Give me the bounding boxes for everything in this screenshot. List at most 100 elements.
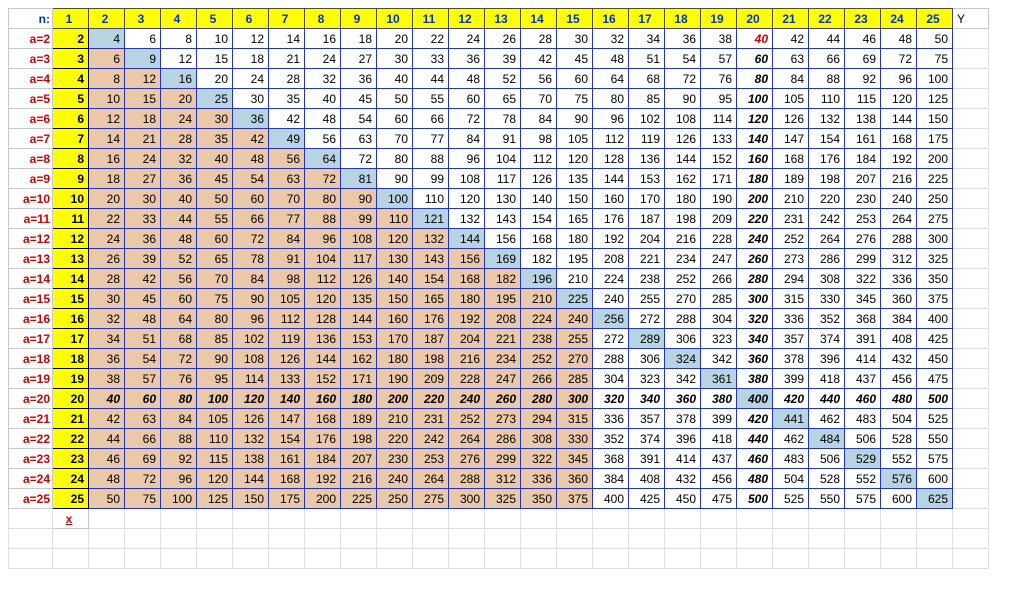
cell-a19-n1: 19 [53, 369, 89, 389]
cell-a7-n19: 133 [701, 129, 737, 149]
cell-a22-n10: 220 [377, 429, 413, 449]
cell-a23-n8: 184 [305, 449, 341, 469]
row-label-a21: a=21 [9, 409, 53, 429]
cell-a15-n5: 75 [197, 289, 233, 309]
cell-a18-n25: 450 [917, 349, 953, 369]
cell-a7-n1: 7 [53, 129, 89, 149]
cell-a23-n11: 253 [413, 449, 449, 469]
cell-a8-n25: 200 [917, 149, 953, 169]
cell-a24-n9: 216 [341, 469, 377, 489]
cell-a24-n8: 192 [305, 469, 341, 489]
cell-a18-n14: 252 [521, 349, 557, 369]
cell-a11-n14: 154 [521, 209, 557, 229]
cell-a9-n1: 9 [53, 169, 89, 189]
cell-a2-n20: 40 [737, 29, 773, 49]
cell-a17-n13: 221 [485, 329, 521, 349]
cell-a14-n11: 154 [413, 269, 449, 289]
cell-a6-n12: 72 [449, 109, 485, 129]
cell-a25-n5: 125 [197, 489, 233, 509]
cell-a15-n3: 45 [125, 289, 161, 309]
cell-a4-n21: 84 [773, 69, 809, 89]
cell-a2-n1: 2 [53, 29, 89, 49]
cell-a23-n17: 391 [629, 449, 665, 469]
cell-a23-n22: 506 [809, 449, 845, 469]
cell-a10-n8: 80 [305, 189, 341, 209]
cell-a14-n13: 182 [485, 269, 521, 289]
cell-a10-n24: 240 [881, 189, 917, 209]
cell-a12-n13: 156 [485, 229, 521, 249]
cell-a24-n2: 48 [89, 469, 125, 489]
col-header-n5: 5 [197, 9, 233, 29]
cell-a22-n12: 264 [449, 429, 485, 449]
cell-a7-n25: 175 [917, 129, 953, 149]
cell-a13-n14: 182 [521, 249, 557, 269]
cell-a24-n21: 504 [773, 469, 809, 489]
cell-a2-n10: 20 [377, 29, 413, 49]
cell-a3-n6: 18 [233, 49, 269, 69]
cell-a5-n16: 80 [593, 89, 629, 109]
cell-a9-n23: 207 [845, 169, 881, 189]
x-label: x [53, 509, 89, 529]
cell-a19-n3: 57 [125, 369, 161, 389]
cell-a19-n12: 228 [449, 369, 485, 389]
cell-a23-n18: 414 [665, 449, 701, 469]
cell-a25-n18: 450 [665, 489, 701, 509]
row-label-a16: a=16 [9, 309, 53, 329]
cell-a11-n18: 198 [665, 209, 701, 229]
cell-a23-n21: 483 [773, 449, 809, 469]
cell-a21-n25: 525 [917, 409, 953, 429]
cell-a22-n16: 352 [593, 429, 629, 449]
cell-a5-n8: 40 [305, 89, 341, 109]
cell-a18-n17: 306 [629, 349, 665, 369]
cell-a13-n10: 130 [377, 249, 413, 269]
cell-a6-n21: 126 [773, 109, 809, 129]
cell-a12-n25: 300 [917, 229, 953, 249]
cell-a15-n12: 180 [449, 289, 485, 309]
cell-a8-n3: 24 [125, 149, 161, 169]
cell-a3-n16: 48 [593, 49, 629, 69]
cell-a11-n3: 33 [125, 209, 161, 229]
cell-a5-n17: 85 [629, 89, 665, 109]
col-header-n20: 20 [737, 9, 773, 29]
cell-a21-n9: 189 [341, 409, 377, 429]
cell-a12-n18: 216 [665, 229, 701, 249]
cell-a22-n17: 374 [629, 429, 665, 449]
cell-a3-n24: 72 [881, 49, 917, 69]
cell-a9-n16: 144 [593, 169, 629, 189]
row-label-a9: a=9 [9, 169, 53, 189]
cell-a3-n10: 30 [377, 49, 413, 69]
cell-a14-n22: 308 [809, 269, 845, 289]
cell-a15-n17: 255 [629, 289, 665, 309]
cell-a2-n2: 4 [89, 29, 125, 49]
cell-a12-n19: 228 [701, 229, 737, 249]
cell-a12-n1: 12 [53, 229, 89, 249]
cell-a16-n10: 160 [377, 309, 413, 329]
cell-a8-n20: 160 [737, 149, 773, 169]
cell-a23-n2: 46 [89, 449, 125, 469]
cell-a19-n19: 361 [701, 369, 737, 389]
cell-a6-n22: 132 [809, 109, 845, 129]
cell-a13-n24: 312 [881, 249, 917, 269]
cell-a16-n4: 64 [161, 309, 197, 329]
cell-a15-n14: 210 [521, 289, 557, 309]
cell-a21-n10: 210 [377, 409, 413, 429]
row-label-a2: a=2 [9, 29, 53, 49]
cell-a5-n18: 90 [665, 89, 701, 109]
cell-a21-n23: 483 [845, 409, 881, 429]
cell-a18-n22: 396 [809, 349, 845, 369]
cell-a16-n3: 48 [125, 309, 161, 329]
cell-a11-n16: 176 [593, 209, 629, 229]
cell-a14-n3: 42 [125, 269, 161, 289]
cell-a7-n4: 28 [161, 129, 197, 149]
cell-a8-n21: 168 [773, 149, 809, 169]
cell-a10-n16: 160 [593, 189, 629, 209]
cell-a15-n1: 15 [53, 289, 89, 309]
row-label-a12: a=12 [9, 229, 53, 249]
cell-a19-n14: 266 [521, 369, 557, 389]
cell-a14-n24: 336 [881, 269, 917, 289]
cell-a25-n15: 375 [557, 489, 593, 509]
cell-a10-n9: 90 [341, 189, 377, 209]
cell-a7-n3: 21 [125, 129, 161, 149]
cell-a4-n24: 96 [881, 69, 917, 89]
cell-a3-n25: 75 [917, 49, 953, 69]
